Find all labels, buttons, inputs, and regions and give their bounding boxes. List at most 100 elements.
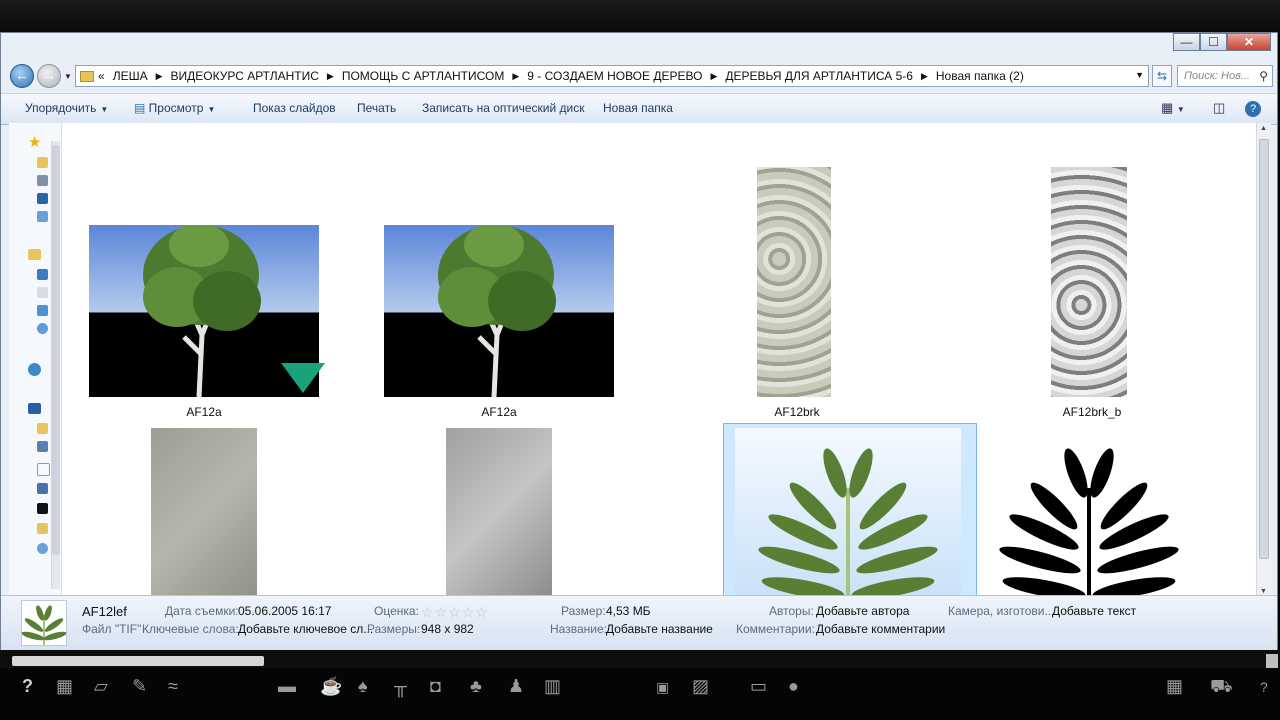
- cart-icon[interactable]: ⛟: [1210, 676, 1233, 700]
- cup-icon[interactable]: ☕: [320, 676, 342, 697]
- music-icon[interactable]: [37, 323, 48, 334]
- minimize-button[interactable]: —: [1173, 33, 1200, 51]
- date-value[interactable]: 05.06.2005 16:17: [238, 604, 331, 618]
- table-icon[interactable]: ╥: [394, 676, 407, 697]
- downloads-icon[interactable]: [37, 211, 48, 222]
- background-scrollbar[interactable]: [12, 656, 264, 666]
- background-scrollbar-end[interactable]: [1266, 654, 1278, 668]
- drive-icon[interactable]: [37, 441, 48, 452]
- network-icon[interactable]: [37, 543, 48, 554]
- brick-icon[interactable]: ▦: [56, 676, 73, 697]
- close-button[interactable]: ✕: [1227, 33, 1271, 51]
- car-icon[interactable]: ◘: [430, 676, 441, 697]
- breadcrumb-item[interactable]: ВИДЕОКУРС АРТЛАНТИС: [171, 69, 319, 83]
- documents-icon[interactable]: [37, 287, 48, 298]
- chevron-right-icon[interactable]: ▶: [512, 71, 519, 82]
- logo-icon[interactable]: ?: [22, 676, 33, 697]
- file-name[interactable]: AF12brk_b: [972, 405, 1212, 419]
- refresh-button[interactable]: ⇆: [1152, 65, 1172, 87]
- file-item[interactable]: [735, 428, 961, 597]
- title-value[interactable]: Добавьте название: [606, 622, 713, 636]
- file-item[interactable]: [446, 428, 552, 597]
- drive-icon[interactable]: [37, 523, 48, 534]
- water-icon[interactable]: ≈: [168, 676, 178, 697]
- star-icon[interactable]: ☆: [435, 604, 449, 620]
- file-name[interactable]: AF12brk: [677, 405, 917, 419]
- favorites-star-icon[interactable]: ★: [28, 133, 41, 151]
- scroll-up-icon[interactable]: ▲: [1260, 125, 1267, 132]
- file-item[interactable]: [151, 428, 257, 597]
- back-button[interactable]: ←: [10, 64, 34, 88]
- help-icon[interactable]: ?: [1245, 101, 1261, 117]
- folder-icon[interactable]: [37, 157, 48, 168]
- breadcrumb-item[interactable]: ЛЕША: [113, 69, 148, 83]
- forward-button[interactable]: →: [37, 64, 61, 88]
- grid-icon[interactable]: ▦: [1166, 676, 1183, 697]
- folder-icon[interactable]: ▭: [750, 676, 767, 697]
- breadcrumb-overflow[interactable]: «: [98, 69, 105, 83]
- breadcrumb-item[interactable]: ПОМОЩЬ С АРТЛАНТИСОМ: [342, 69, 505, 83]
- star-icon[interactable]: ☆: [448, 604, 462, 620]
- drive-icon[interactable]: [37, 423, 48, 434]
- organize-button[interactable]: Упорядочить ▼: [25, 101, 108, 115]
- file-scrollbar[interactable]: ▲ ▼: [1256, 123, 1271, 597]
- burn-disc-button[interactable]: Записать на оптический диск: [422, 101, 585, 115]
- desktop-icon[interactable]: [37, 193, 48, 204]
- breadcrumb-item[interactable]: 9 - СОЗДАЕМ НОВОЕ ДЕРЕВО: [527, 69, 702, 83]
- billboard-icon[interactable]: ▣: [656, 679, 669, 696]
- rating-stars[interactable]: ☆☆☆☆☆: [421, 604, 489, 621]
- info-icon[interactable]: ●: [788, 676, 799, 697]
- change-view-icon[interactable]: ▦ ▼: [1161, 100, 1185, 116]
- drive-icon[interactable]: [37, 463, 50, 476]
- breadcrumb-current[interactable]: Новая папка (2): [936, 69, 1024, 83]
- view-button[interactable]: ▤ Просмотр ▼: [134, 101, 215, 115]
- file-name[interactable]: AF12a: [84, 405, 324, 419]
- camera-value[interactable]: Добавьте текст: [1052, 604, 1136, 618]
- lamp-icon[interactable]: ♠: [358, 676, 368, 697]
- preview-pane-icon[interactable]: ◫: [1213, 100, 1225, 116]
- star-icon[interactable]: ☆: [421, 604, 435, 620]
- help-icon[interactable]: ?: [1260, 679, 1268, 695]
- file-item[interactable]: [384, 225, 614, 397]
- print-button[interactable]: Печать: [357, 101, 396, 115]
- chevron-right-icon[interactable]: ▶: [921, 71, 928, 82]
- drive-icon[interactable]: [37, 503, 48, 514]
- image-icon[interactable]: ▨: [692, 676, 709, 697]
- file-name[interactable]: AF12a: [379, 405, 619, 419]
- sofa-icon[interactable]: ▬: [278, 676, 296, 697]
- navigation-scrollbar[interactable]: [51, 141, 60, 589]
- floor-icon[interactable]: ▱: [94, 676, 108, 697]
- scrollbar-thumb[interactable]: [1259, 139, 1269, 559]
- recent-icon[interactable]: [37, 175, 48, 186]
- brush-icon[interactable]: ✎: [132, 676, 147, 697]
- file-item[interactable]: [978, 428, 1200, 597]
- drive-icon[interactable]: [37, 483, 48, 494]
- address-bar[interactable]: « ЛЕША ▶ ВИДЕОКУРС АРТЛАНТИС ▶ ПОМОЩЬ С …: [75, 65, 1149, 87]
- computer-icon[interactable]: [28, 403, 41, 414]
- videos-icon[interactable]: [37, 269, 48, 280]
- person-icon[interactable]: ♟: [508, 676, 524, 697]
- scrollbar-thumb[interactable]: [52, 145, 60, 555]
- comments-value[interactable]: Добавьте комментарии: [816, 622, 945, 636]
- chevron-down-icon[interactable]: ▼: [1135, 70, 1144, 80]
- scroll-down-icon[interactable]: ▼: [1260, 588, 1267, 595]
- maple-leaf-icon[interactable]: ♣: [470, 676, 482, 697]
- file-item[interactable]: [757, 167, 831, 397]
- breadcrumb-item[interactable]: ДЕРЕВЬЯ ДЛЯ АРТЛАНТИСА 5-6: [725, 69, 913, 83]
- building-icon[interactable]: ▥: [544, 676, 561, 697]
- libraries-icon[interactable]: [28, 249, 41, 260]
- new-folder-button[interactable]: Новая папка: [603, 101, 673, 115]
- maximize-button[interactable]: ☐: [1200, 33, 1227, 51]
- chevron-right-icon[interactable]: ▶: [327, 71, 334, 82]
- star-icon[interactable]: ☆: [462, 604, 476, 620]
- homegroup-icon[interactable]: [28, 363, 41, 376]
- star-icon[interactable]: ☆: [475, 604, 489, 620]
- keywords-value[interactable]: Добавьте ключевое сл...: [238, 622, 373, 636]
- search-input[interactable]: Поиск: Нов... ⚲: [1177, 65, 1273, 87]
- chevron-right-icon[interactable]: ▶: [156, 71, 163, 82]
- recent-pages-dropdown[interactable]: ▼: [64, 72, 72, 81]
- pictures-icon[interactable]: [37, 305, 48, 316]
- file-item[interactable]: [1051, 167, 1127, 397]
- chevron-right-icon[interactable]: ▶: [710, 71, 717, 82]
- authors-value[interactable]: Добавьте автора: [816, 604, 909, 618]
